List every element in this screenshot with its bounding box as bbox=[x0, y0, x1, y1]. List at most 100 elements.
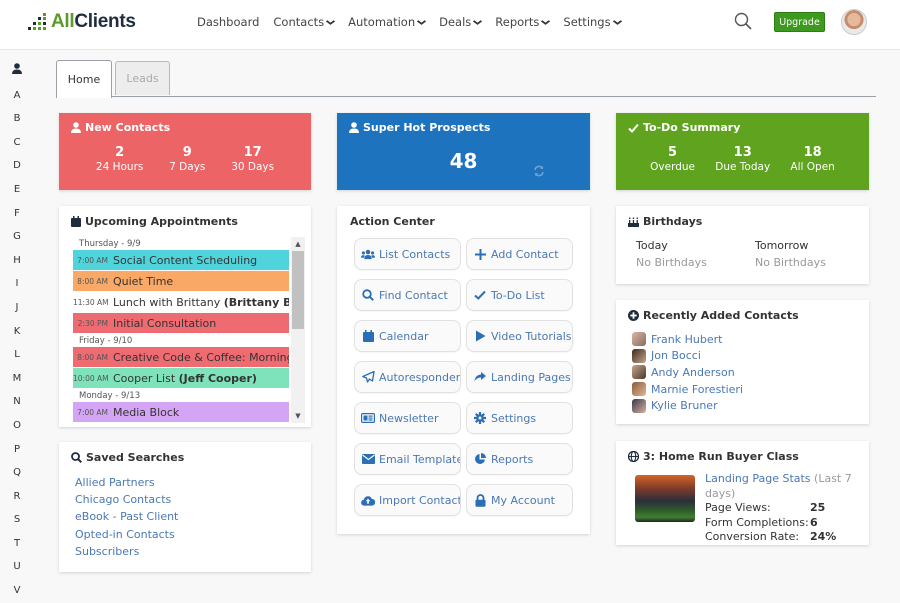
alphabet-letter-a[interactable]: A bbox=[0, 84, 34, 108]
alphabet-letter-v[interactable]: V bbox=[0, 579, 34, 603]
alphabet-letter-d[interactable]: D bbox=[0, 154, 34, 178]
nav-reports[interactable]: Reports bbox=[495, 15, 551, 29]
tab-home[interactable]: Home bbox=[56, 60, 112, 98]
alphabet-letter-i[interactable]: I bbox=[0, 272, 34, 296]
search-icon[interactable] bbox=[734, 12, 752, 30]
appointment-item[interactable]: 10:00 AM Cooper List (Jeff Cooper) bbox=[73, 368, 289, 388]
saved-search-link[interactable]: Chicago Contacts bbox=[75, 491, 178, 508]
nav-contacts[interactable]: Contacts bbox=[273, 15, 336, 29]
recent-contact-item[interactable]: Jon Bocci bbox=[632, 348, 743, 365]
super-hot-prospects-card[interactable]: Super Hot Prospects 48 bbox=[337, 113, 590, 190]
check-icon bbox=[628, 123, 639, 133]
alphabet-letter-r[interactable]: R bbox=[0, 485, 34, 509]
stat-column[interactable]: 13 Due Today bbox=[715, 145, 770, 174]
recent-contact-item[interactable]: Kylie Bruner bbox=[632, 397, 743, 414]
alphabet-letter-q[interactable]: Q bbox=[0, 461, 34, 485]
stat-column[interactable]: 18 All Open bbox=[790, 145, 834, 174]
nav-deals[interactable]: Deals bbox=[439, 15, 483, 29]
landing-page-stats-link[interactable]: Landing Page Stats (Last 7 days) bbox=[705, 471, 869, 501]
alphabet-letter-u[interactable]: U bbox=[0, 555, 34, 579]
alphabet-letter-n[interactable]: N bbox=[0, 390, 34, 414]
stat-column[interactable]: 2 24 Hours bbox=[96, 145, 143, 174]
appointment-item[interactable]: 11:30 AM Lunch with Brittany (Brittany Ba… bbox=[73, 292, 289, 312]
alphabet-letter-p[interactable]: P bbox=[0, 438, 34, 462]
contact-name-link[interactable]: Frank Hubert bbox=[651, 333, 722, 346]
appointment-item[interactable]: 8:00 AM Creative Code & Coffee: Morning H bbox=[73, 347, 289, 367]
tab-leads[interactable]: Leads bbox=[115, 61, 170, 95]
contact-name-link[interactable]: Kylie Bruner bbox=[651, 399, 718, 412]
action-list-contacts-button[interactable]: List Contacts bbox=[354, 238, 461, 270]
alphabet-letter-e[interactable]: E bbox=[0, 178, 34, 202]
new-contacts-title: New Contacts bbox=[71, 121, 170, 134]
action-landing-pages-button[interactable]: Landing Pages bbox=[466, 361, 573, 393]
alphabet-letter-j[interactable]: J bbox=[0, 296, 34, 320]
appointment-item[interactable]: 8:00 AM Quiet Time bbox=[73, 271, 289, 291]
user-avatar[interactable] bbox=[841, 9, 867, 35]
saved-search-link[interactable]: Allied Partners bbox=[75, 474, 178, 491]
appointment-item[interactable]: 2:30 PM Initial Consultation bbox=[73, 313, 289, 333]
saved-search-link[interactable]: eBook - Past Client bbox=[75, 508, 178, 525]
alphabet-letter-k[interactable]: K bbox=[0, 320, 34, 344]
recently-added-contacts-title: Recently Added Contacts bbox=[628, 309, 799, 322]
action-my-account-button[interactable]: My Account bbox=[466, 484, 573, 516]
action-autoresponders-button[interactable]: Autoresponders bbox=[354, 361, 461, 393]
alphabet-letter-m[interactable]: M bbox=[0, 367, 34, 391]
action-calendar-button[interactable]: Calendar bbox=[354, 320, 461, 352]
appointments-list[interactable]: Thursday - 9/9 7:00 AM Social Content Sche… bbox=[73, 237, 289, 423]
appointment-item[interactable]: 7:00 AM Social Content Scheduling bbox=[73, 250, 289, 270]
scroll-down-arrow-icon[interactable]: ▼ bbox=[291, 410, 305, 422]
new-contacts-card[interactable]: New Contacts 2 24 Hours 9 7 Days 17 30 Days bbox=[59, 113, 311, 190]
action-email-templates-button[interactable]: Email Templates bbox=[354, 443, 461, 475]
recent-contact-item[interactable]: Marnie Forestieri bbox=[632, 381, 743, 398]
action-settings-button[interactable]: Settings bbox=[466, 402, 573, 434]
action-to-do-list-button[interactable]: To-Do List bbox=[466, 279, 573, 311]
appointment-item[interactable]: 7:00 AM Media Block bbox=[73, 402, 289, 422]
landing-page-thumbnail[interactable] bbox=[635, 475, 695, 522]
birthdays-panel: Birthdays Today No Birthdays Tomorrow No… bbox=[616, 206, 869, 284]
upgrade-button[interactable]: Upgrade bbox=[774, 12, 825, 32]
action-newsletter-button[interactable]: Newsletter bbox=[354, 402, 461, 434]
scroll-up-arrow-icon[interactable]: ▲ bbox=[291, 238, 305, 250]
contact-avatar bbox=[632, 332, 646, 347]
contact-name-link[interactable]: Jon Bocci bbox=[651, 349, 701, 362]
recent-contact-item[interactable]: Andy Anderson bbox=[632, 364, 743, 381]
contact-name-link[interactable]: Andy Anderson bbox=[651, 366, 735, 379]
saved-search-link[interactable]: Subscribers bbox=[75, 543, 178, 560]
nav-automation[interactable]: Automation bbox=[348, 15, 427, 29]
alphabet-letter-g[interactable]: G bbox=[0, 225, 34, 249]
alphabet-letter-l[interactable]: L bbox=[0, 343, 34, 367]
allclients-logo[interactable]: AllClients bbox=[28, 11, 136, 33]
alphabet-letter-s[interactable]: S bbox=[0, 508, 34, 532]
action-reports-button[interactable]: Reports bbox=[466, 443, 573, 475]
alphabet-letter-t[interactable]: T bbox=[0, 532, 34, 556]
action-import-contacts-button[interactable]: Import Contacts bbox=[354, 484, 461, 516]
all-contacts-person-icon[interactable] bbox=[0, 60, 34, 84]
nav-settings[interactable]: Settings bbox=[563, 15, 622, 29]
top-navbar: AllClients Dashboard Contacts Automation De… bbox=[0, 0, 900, 50]
alphabet-letter-h[interactable]: H bbox=[0, 249, 34, 273]
contact-name-link[interactable]: Marnie Forestieri bbox=[651, 383, 743, 396]
stat-column[interactable]: 17 30 Days bbox=[231, 145, 274, 174]
action-add-contact-button[interactable]: Add Contact bbox=[466, 238, 573, 270]
birthdays-tomorrow: Tomorrow No Birthdays bbox=[755, 237, 874, 271]
contact-avatar bbox=[632, 398, 646, 413]
todo-summary-card[interactable]: To-Do Summary 5 Overdue 13 Due Today 18 All O… bbox=[616, 113, 869, 190]
scroll-thumb[interactable] bbox=[292, 251, 304, 329]
stat-column[interactable]: 5 Overdue bbox=[650, 145, 695, 174]
action-find-contact-button[interactable]: Find Contact bbox=[354, 279, 461, 311]
action-button-label: Find Contact bbox=[379, 288, 448, 302]
stat-column[interactable]: 97 Days bbox=[169, 145, 205, 174]
appointments-scrollbar[interactable]: ▲ ▼ bbox=[291, 237, 305, 423]
refresh-icon[interactable] bbox=[533, 162, 545, 181]
alphabet-letter-o[interactable]: O bbox=[0, 414, 34, 438]
alphabet-letter-c[interactable]: C bbox=[0, 131, 34, 155]
action-video-tutorials-button[interactable]: Video Tutorials bbox=[466, 320, 573, 352]
alphabet-letter-f[interactable]: F bbox=[0, 202, 34, 226]
appointment-time: 8:00 AM bbox=[77, 276, 108, 286]
nav-dashboard[interactable]: Dashboard bbox=[197, 15, 259, 29]
recent-contacts-list: Frank Hubert Jon Bocci Andy Anderson Marnie… bbox=[632, 331, 743, 414]
alphabet-letter-b[interactable]: B bbox=[0, 107, 34, 131]
action-button-label: Autoresponders bbox=[379, 370, 461, 384]
recent-contact-item[interactable]: Frank Hubert bbox=[632, 331, 743, 348]
saved-search-link[interactable]: Opted-in Contacts bbox=[75, 526, 178, 543]
